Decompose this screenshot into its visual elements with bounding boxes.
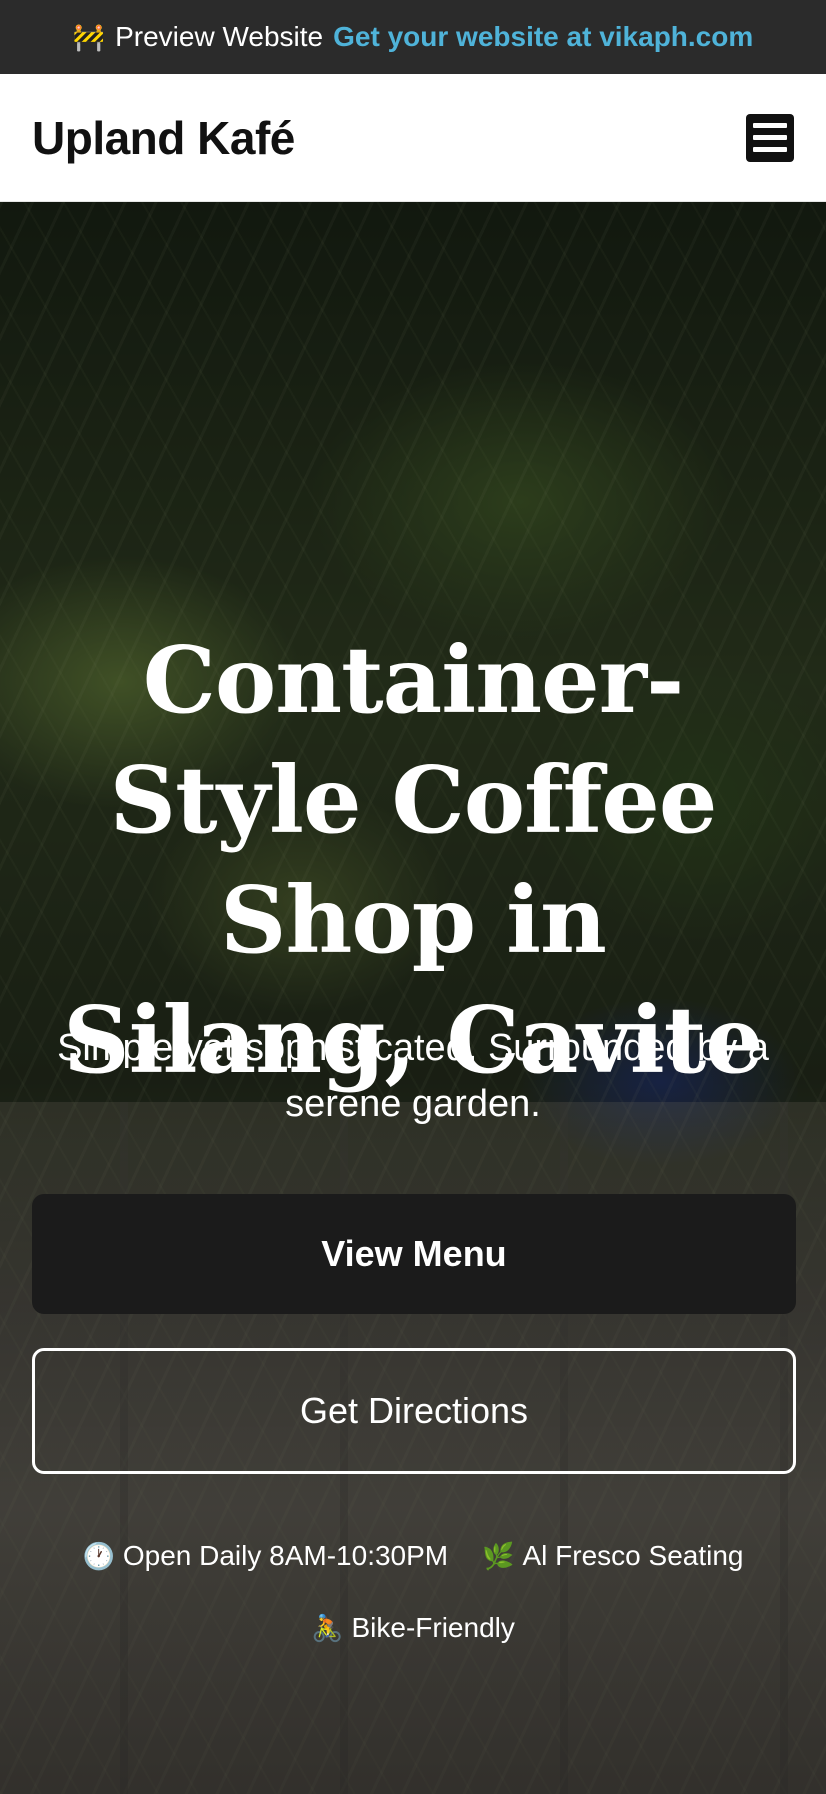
hero-section: Container-Style Coffee Shop in Silang, C… (0, 202, 826, 1794)
feature-bike: 🚴 Bike-Friendly (311, 1604, 515, 1652)
feature-label: Bike-Friendly (351, 1612, 515, 1643)
hamburger-menu-icon[interactable] (746, 113, 794, 162)
get-website-link[interactable]: Get your website at vikaph.com (333, 21, 753, 53)
preview-banner: 🚧 Preview Website Get your website at vi… (0, 0, 826, 74)
feature-seating: 🌿 Al Fresco Seating (482, 1532, 743, 1580)
view-menu-button[interactable]: View Menu (32, 1194, 796, 1314)
preview-label: Preview Website (115, 21, 324, 52)
feature-hours: 🕐 Open Daily 8AM-10:30PM (82, 1532, 448, 1580)
cyclist-icon: 🚴 (311, 1613, 344, 1643)
hero-subtitle: Simple yet sophisticated. Surrounded by … (57, 1027, 769, 1125)
feature-label: Al Fresco Seating (522, 1540, 744, 1571)
brand-logo[interactable]: Upland Kafé (32, 111, 295, 165)
feature-list: 🕐 Open Daily 8AM-10:30PM 🌿 Al Fresco Sea… (30, 1532, 796, 1652)
clock-icon: 🕐 (82, 1541, 115, 1571)
get-directions-button[interactable]: Get Directions (32, 1348, 796, 1474)
leaf-icon: 🌿 (482, 1541, 515, 1571)
site-header: Upland Kafé (0, 74, 826, 202)
construction-icon: 🚧 (72, 21, 106, 52)
feature-label: Open Daily 8AM-10:30PM (122, 1540, 449, 1571)
